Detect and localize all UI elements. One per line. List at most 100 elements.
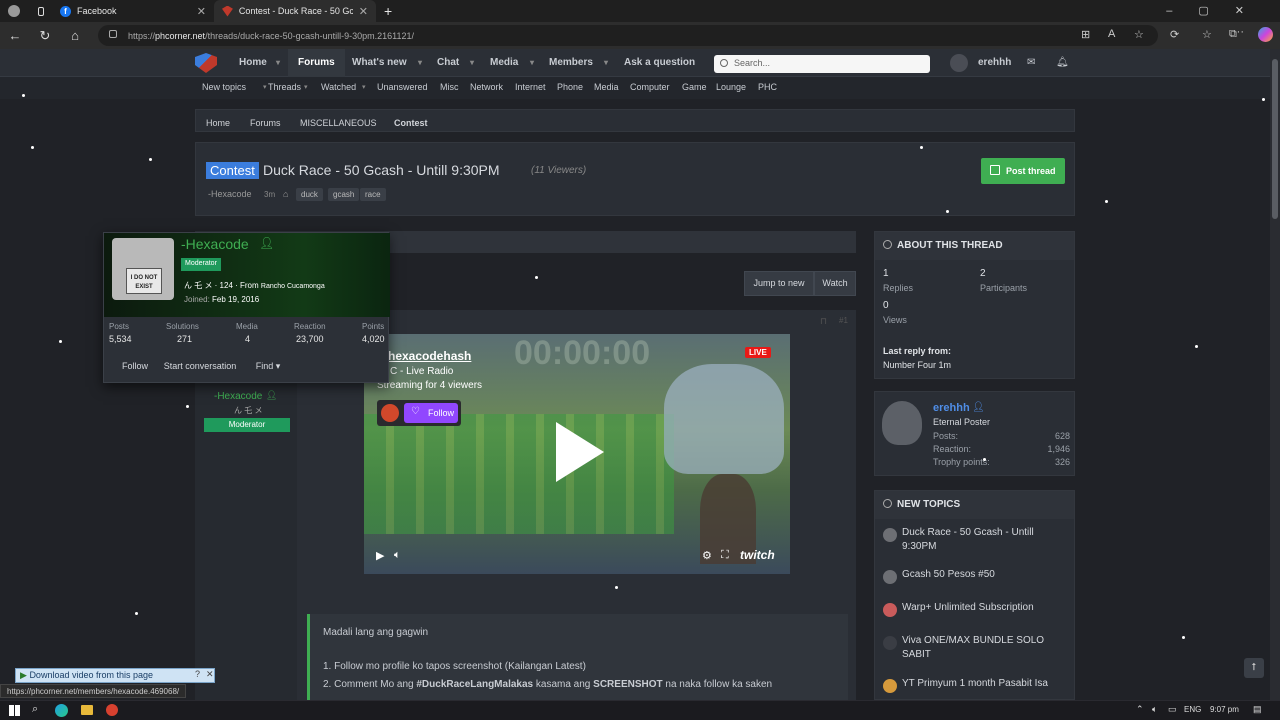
close-icon[interactable]: ✕ bbox=[206, 669, 214, 680]
app-icon[interactable] bbox=[106, 704, 118, 716]
download-video-bar[interactable]: ▶ Download video from this page ? ✕ bbox=[15, 668, 215, 683]
clock[interactable]: 9:07 pm bbox=[1210, 705, 1239, 714]
copilot-icon[interactable] bbox=[1258, 27, 1273, 42]
subnav-threads[interactable]: Threads bbox=[268, 82, 301, 92]
chevron-down-icon[interactable]: ▾ bbox=[276, 49, 280, 77]
home-icon[interactable]: ⌂ bbox=[60, 28, 90, 43]
envelope-icon[interactable]: ✉ bbox=[1027, 49, 1035, 77]
tooltip-follow-button[interactable]: Follow bbox=[116, 353, 154, 379]
volume-icon[interactable]: 🔈︎ bbox=[394, 549, 401, 562]
search-input[interactable]: Search... bbox=[714, 55, 930, 73]
last-reply-value[interactable]: Number Four 1m bbox=[883, 360, 951, 370]
subnav-misc[interactable]: Misc bbox=[440, 82, 459, 92]
thread-prefix[interactable]: Contest bbox=[206, 162, 259, 179]
new-topic-item[interactable]: Gcash 50 Pesos #50 bbox=[902, 568, 1062, 582]
post-number[interactable]: #1 bbox=[839, 316, 848, 325]
subnav-watched[interactable]: Watched bbox=[321, 82, 356, 92]
favorites-bar-icon[interactable]: ☆ bbox=[1202, 28, 1212, 41]
notification-icon[interactable]: ▤ bbox=[1253, 704, 1262, 715]
url-field[interactable]: https://phcorner.net/threads/duck-race-5… bbox=[98, 25, 1158, 46]
scrollbar-thumb[interactable] bbox=[1272, 59, 1278, 219]
tray-chevron-icon[interactable]: ⌃ bbox=[1136, 704, 1144, 715]
close-tab-icon[interactable]: ✕ bbox=[359, 5, 368, 18]
post-thread-button[interactable]: Post thread bbox=[981, 158, 1065, 184]
volume-icon[interactable]: 🔈︎ bbox=[1152, 704, 1157, 715]
chevron-down-icon[interactable]: ▾ bbox=[530, 49, 534, 77]
channel-name[interactable]: hexacodehash bbox=[388, 349, 471, 363]
subnav-media[interactable]: Media bbox=[594, 82, 619, 92]
language-indicator[interactable]: ENG bbox=[1184, 705, 1201, 714]
tab-facebook[interactable]: f Facebook ✕ bbox=[52, 0, 214, 22]
topic-avatar[interactable] bbox=[883, 679, 897, 693]
page-scrollbar[interactable] bbox=[1270, 49, 1280, 700]
window-controls[interactable]: –▢✕ bbox=[1166, 4, 1270, 17]
nav-chat[interactable]: Chat bbox=[437, 49, 459, 77]
help-icon[interactable]: ? bbox=[195, 669, 200, 679]
new-tab-button[interactable]: + bbox=[376, 0, 400, 22]
breadcrumb-forums[interactable]: Forums bbox=[250, 118, 281, 128]
settings-icon[interactable]: ⚙ bbox=[702, 549, 712, 562]
channel-avatar[interactable] bbox=[381, 404, 399, 422]
start-conversation-button[interactable]: Start conversation bbox=[156, 353, 244, 379]
profile-avatar[interactable] bbox=[882, 401, 922, 445]
tooltip-avatar[interactable]: I DO NOT EXIST bbox=[112, 238, 174, 300]
nav-home[interactable]: Home bbox=[239, 49, 267, 77]
play-small-icon[interactable]: ▶ bbox=[376, 549, 384, 562]
nav-whats-new[interactable]: What's new bbox=[352, 49, 407, 77]
twitch-follow-button[interactable]: ♡ Follow bbox=[404, 403, 458, 423]
subnav-new-topics[interactable]: New topics bbox=[202, 82, 246, 92]
menu-icon[interactable]: ··· bbox=[1233, 26, 1244, 38]
subnav-network[interactable]: Network bbox=[470, 82, 503, 92]
edge-icon[interactable] bbox=[55, 704, 68, 717]
search-icon[interactable]: ⌕ bbox=[32, 703, 38, 716]
profile-username[interactable]: erehhh bbox=[933, 402, 970, 414]
twitch-video-embed[interactable]: 00:00:00 hexacodehash C - Live Radio Str… bbox=[364, 334, 790, 574]
tag-race[interactable]: race bbox=[360, 188, 386, 201]
nav-ask-question[interactable]: Ask a question bbox=[624, 49, 695, 77]
topic-avatar[interactable] bbox=[883, 636, 897, 650]
favorite-icon[interactable]: ☆ bbox=[1134, 28, 1144, 41]
new-topic-item[interactable]: Warp+ Unlimited Subscription bbox=[902, 601, 1062, 615]
extensions-icon[interactable]: ⟳ bbox=[1170, 28, 1179, 41]
jump-to-new-button[interactable]: Jump to new bbox=[744, 271, 814, 296]
subnav-computer[interactable]: Computer bbox=[630, 82, 670, 92]
tooltip-username[interactable]: -Hexacode bbox=[181, 236, 249, 252]
nav-members[interactable]: Members bbox=[549, 49, 593, 77]
chevron-down-icon[interactable]: ▾ bbox=[604, 49, 608, 77]
tab-actions-icon[interactable] bbox=[30, 0, 52, 22]
username-link[interactable]: erehhh bbox=[978, 49, 1011, 77]
bookmark-icon[interactable]: ⊓ bbox=[820, 316, 827, 327]
profile-icon[interactable] bbox=[0, 0, 30, 22]
avatar[interactable] bbox=[950, 54, 968, 72]
battery-icon[interactable]: ▭ bbox=[1168, 704, 1177, 715]
site-logo[interactable] bbox=[195, 53, 217, 73]
watch-button[interactable]: Watch bbox=[814, 271, 856, 296]
topic-avatar[interactable] bbox=[883, 603, 897, 617]
read-aloud-icon[interactable]: A bbox=[1108, 28, 1115, 40]
back-icon[interactable]: ← bbox=[0, 28, 30, 43]
fullscreen-icon[interactable]: ⛶ bbox=[721, 549, 729, 562]
tag-gcash[interactable]: gcash bbox=[328, 188, 360, 201]
breadcrumb-home[interactable]: Home bbox=[206, 118, 230, 128]
reader-icon[interactable]: ⊞ bbox=[1081, 28, 1090, 41]
subnav-phc[interactable]: PHC bbox=[758, 82, 777, 92]
breadcrumb-contest[interactable]: Contest bbox=[394, 118, 428, 128]
bell-icon[interactable]: 🔔︎ bbox=[1056, 49, 1069, 77]
thread-author[interactable]: -Hexacode bbox=[208, 189, 252, 199]
new-topic-item[interactable]: Duck Race - 50 Gcash - Untill 9:30PM bbox=[902, 526, 1062, 554]
topic-avatar[interactable] bbox=[883, 570, 897, 584]
post-author[interactable]: -Hexacode bbox=[214, 391, 262, 402]
nav-media[interactable]: Media bbox=[490, 49, 518, 77]
tab-contest[interactable]: Contest - Duck Race - 50 Gcash - ✕ bbox=[214, 0, 376, 22]
subnav-lounge[interactable]: Lounge bbox=[716, 82, 746, 92]
new-topic-item[interactable]: YT Primyum 1 month Pasabit Isa bbox=[902, 677, 1062, 691]
chevron-down-icon[interactable]: ▾ bbox=[418, 49, 422, 77]
twitch-logo[interactable]: twitch bbox=[740, 548, 775, 562]
subnav-phone[interactable]: Phone bbox=[557, 82, 583, 92]
file-explorer-icon[interactable] bbox=[81, 705, 93, 715]
scroll-top-button[interactable]: ⭡ bbox=[1244, 658, 1264, 678]
subnav-unanswered[interactable]: Unanswered bbox=[377, 82, 428, 92]
close-tab-icon[interactable]: ✕ bbox=[197, 5, 206, 18]
start-icon[interactable] bbox=[9, 705, 20, 716]
tag-duck[interactable]: duck bbox=[296, 188, 323, 201]
